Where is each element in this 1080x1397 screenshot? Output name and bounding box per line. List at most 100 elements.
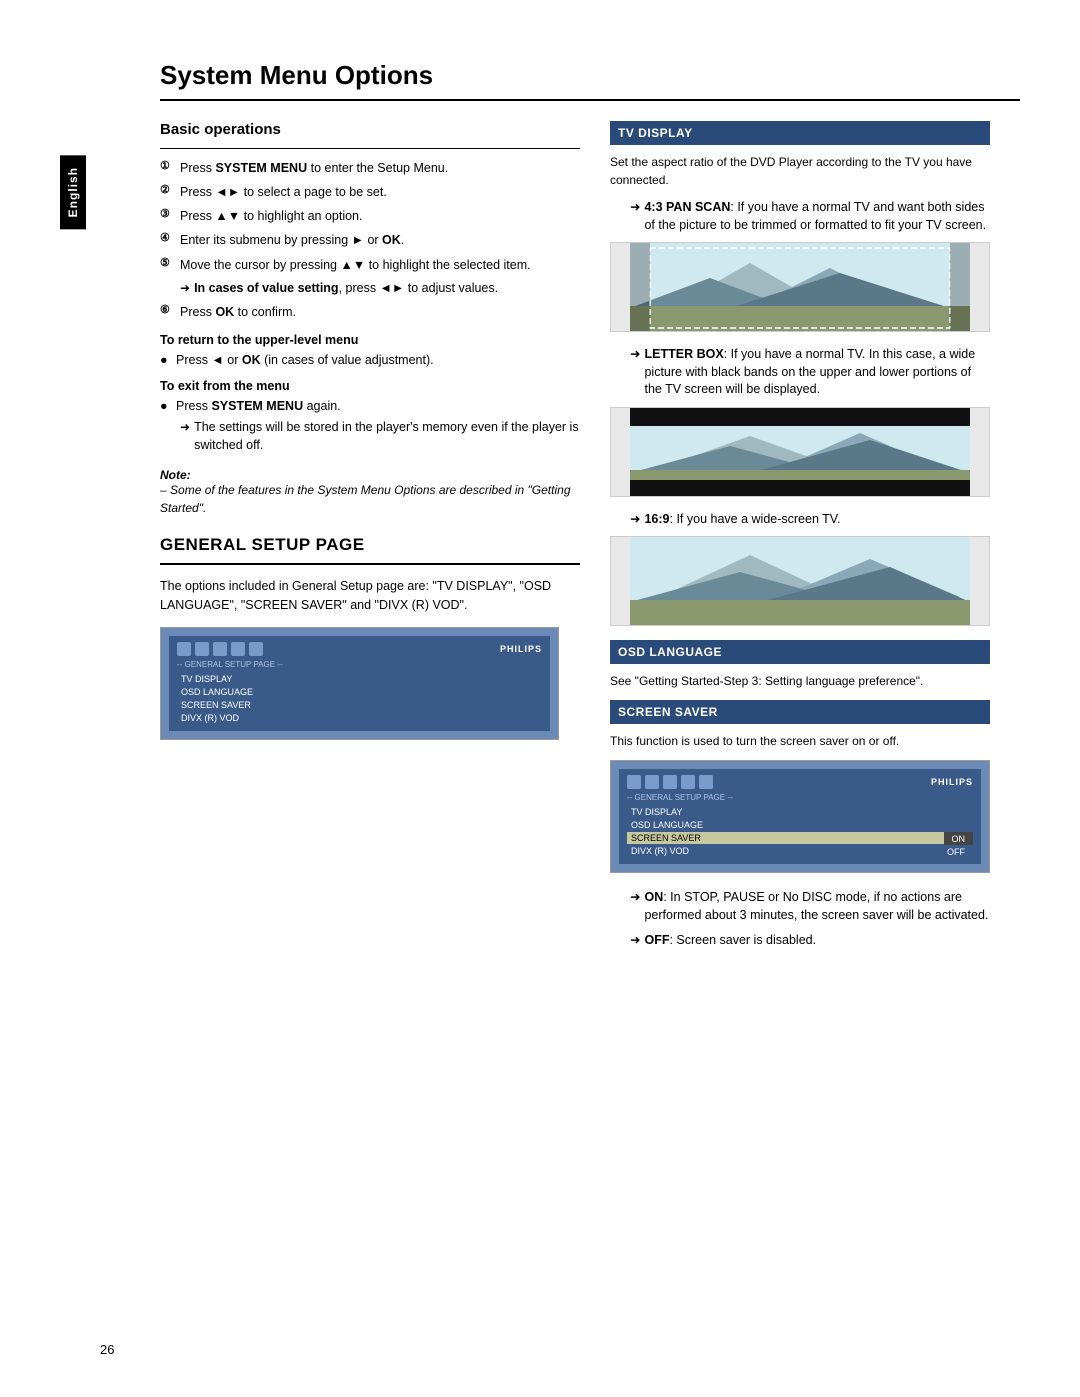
dvd-icon-tv-2	[663, 775, 677, 789]
pan-scan-svg	[611, 243, 989, 332]
title-divider	[160, 99, 1020, 101]
step-6-text: Press OK to confirm.	[180, 303, 296, 321]
note-label: Note:	[160, 468, 580, 482]
dvd-brand-2: PHILIPS	[931, 777, 973, 787]
dvd-menu-osd-2: OSD LANGUAGE	[627, 819, 973, 831]
note-text: – Some of the features in the System Men…	[160, 482, 580, 517]
dvd-icon-arrow-2	[699, 775, 713, 789]
general-setup-section: GENERAL SETUP PAGE The options included …	[160, 535, 580, 740]
dvd-menu-divx-2: DIVX (R) VOD	[627, 845, 939, 857]
general-setup-title: GENERAL SETUP PAGE	[160, 535, 580, 555]
arrow-sym-1: ➜	[180, 280, 190, 298]
widescreen-note: ➜ 16:9: If you have a wide-screen TV.	[630, 511, 990, 529]
step-1: ① Press SYSTEM MENU to enter the Setup M…	[160, 159, 580, 177]
dvd-menu-osd: OSD LANGUAGE	[177, 686, 542, 698]
screen-saver-header: SCREEN SAVER	[610, 700, 990, 724]
step-6-num: ⑥	[160, 303, 174, 321]
dvd-icon-tv	[213, 642, 227, 656]
step-3-text: Press ▲▼ to highlight an option.	[180, 207, 362, 225]
right-column: TV DISPLAY Set the aspect ratio of the D…	[610, 121, 990, 956]
dvd-menu-divx: DIVX (R) VOD	[177, 712, 542, 724]
upper-level-item: ● Press ◄ or OK (in cases of value adjus…	[160, 353, 580, 367]
arrow-letter-box: ➜	[630, 346, 640, 399]
step-4-text: Enter its submenu by pressing ► or OK.	[180, 231, 404, 249]
tv-image-widescreen	[610, 536, 990, 626]
steps-list: ① Press SYSTEM MENU to enter the Setup M…	[160, 159, 580, 274]
pan-scan-text: 4:3 PAN SCAN: If you have a normal TV an…	[644, 199, 990, 234]
dvd-icons-2	[627, 775, 713, 789]
dvd-menu-ss-val: ON	[944, 832, 974, 845]
arrow-pan-scan: ➜	[630, 199, 640, 234]
step-2-num: ②	[160, 183, 174, 201]
step-4-num: ④	[160, 231, 174, 249]
step-4: ④ Enter its submenu by pressing ► or OK.	[160, 231, 580, 249]
dvd-menu-screensaver: SCREEN SAVER	[177, 699, 542, 711]
dvd-screen-2: PHILIPS -- GENERAL SETUP PAGE -- TV DISP…	[610, 760, 990, 873]
dvd-icon-note	[195, 642, 209, 656]
letter-box-note: ➜ LETTER BOX: If you have a normal TV. I…	[630, 346, 990, 399]
osd-language-text: See "Getting Started-Step 3: Setting lan…	[610, 672, 990, 690]
letter-box-text: LETTER BOX: If you have a normal TV. In …	[644, 346, 990, 399]
tv-display-intro: Set the aspect ratio of the DVD Player a…	[610, 153, 990, 189]
dvd-icon-note-2	[645, 775, 659, 789]
screen-saver-off-note: ➜ OFF: Screen saver is disabled.	[630, 932, 990, 950]
note-box: Note: – Some of the features in the Syst…	[160, 468, 580, 517]
osd-language-header: OSD LANGUAGE	[610, 640, 990, 664]
arrow-widescreen: ➜	[630, 511, 640, 529]
dvd-menu-tv-display-2: TV DISPLAY	[627, 806, 973, 818]
dvd-subtitle-1: -- GENERAL SETUP PAGE --	[177, 660, 542, 669]
general-divider	[160, 563, 580, 565]
pan-scan-note: ➜ 4:3 PAN SCAN: If you have a normal TV …	[630, 199, 990, 234]
ss-on-text: ON: In STOP, PAUSE or No DISC mode, if n…	[644, 889, 990, 924]
widescreen-svg	[611, 537, 989, 626]
dvd-icon-lock	[231, 642, 245, 656]
arrow-ss-on: ➜	[630, 889, 640, 924]
dvd-brand-1: PHILIPS	[500, 644, 542, 654]
dvd-screen-inner-1: PHILIPS -- GENERAL SETUP PAGE -- TV DISP…	[169, 636, 550, 731]
dvd-top-bar-1: PHILIPS	[177, 642, 542, 656]
dvd-subtitle-2: -- GENERAL SETUP PAGE --	[627, 793, 973, 802]
tv-image-pan-scan	[610, 242, 990, 332]
ss-off-text: OFF: Screen saver is disabled.	[644, 932, 816, 950]
dvd-icon-gear-2	[627, 775, 641, 789]
page-number: 26	[100, 1342, 114, 1357]
settings-stored-text: The settings will be stored in the playe…	[194, 419, 580, 454]
value-setting-text: In cases of value setting, press ◄► to a…	[194, 280, 498, 298]
tv-display-header: TV DISPLAY	[610, 121, 990, 145]
step-1-text: Press SYSTEM MENU to enter the Setup Men…	[180, 159, 448, 177]
exit-step-text: Press SYSTEM MENU again.	[176, 399, 341, 413]
letter-box-svg	[611, 408, 989, 497]
dvd-menu-screensaver-2: SCREEN SAVER	[627, 832, 944, 844]
dvd-menu-divx-val: OFF	[939, 845, 973, 858]
step-5-num: ⑤	[160, 256, 174, 274]
screen-saver-intro: This function is used to turn the screen…	[610, 732, 990, 750]
step-3: ③ Press ▲▼ to highlight an option.	[160, 207, 580, 225]
dvd-icon-arrow	[249, 642, 263, 656]
general-intro: The options included in General Setup pa…	[160, 577, 580, 615]
step-5: ⑤ Move the cursor by pressing ▲▼ to high…	[160, 256, 580, 274]
dvd-menu-tv-display: TV DISPLAY	[177, 673, 542, 685]
widescreen-text: 16:9: If you have a wide-screen TV.	[644, 511, 840, 529]
settings-stored-note: ➜ The settings will be stored in the pla…	[180, 419, 580, 454]
basic-operations-section: Basic operations ① Press SYSTEM MENU to …	[160, 121, 580, 517]
arrow-sym-2: ➜	[180, 419, 190, 454]
step-6-list: ⑥ Press OK to confirm.	[160, 303, 580, 321]
dvd-screen-1: PHILIPS -- GENERAL SETUP PAGE -- TV DISP…	[160, 627, 559, 740]
tv-display-section: TV DISPLAY Set the aspect ratio of the D…	[610, 121, 990, 626]
upper-level-text: Press ◄ or OK (in cases of value adjustm…	[176, 353, 434, 367]
step-1-num: ①	[160, 159, 174, 177]
value-setting-note: ➜ In cases of value setting, press ◄► to…	[180, 280, 580, 298]
bullet-dot-2: ●	[160, 399, 170, 413]
step-2-text: Press ◄► to select a page to be set.	[180, 183, 387, 201]
page-title: System Menu Options	[160, 60, 1020, 91]
basic-ops-title: Basic operations	[160, 121, 580, 138]
left-column: Basic operations ① Press SYSTEM MENU to …	[160, 121, 580, 956]
tv-image-letter-box	[610, 407, 990, 497]
dvd-screen-inner-2: PHILIPS -- GENERAL SETUP PAGE -- TV DISP…	[619, 769, 981, 864]
exit-step-1: ● Press SYSTEM MENU again.	[160, 399, 580, 413]
step-5-text: Move the cursor by pressing ▲▼ to highli…	[180, 256, 531, 274]
step-3-num: ③	[160, 207, 174, 225]
page-container: English System Menu Options Basic operat…	[0, 0, 1080, 1397]
upper-level-title: To return to the upper-level menu	[160, 333, 580, 347]
dvd-icons-1	[177, 642, 263, 656]
